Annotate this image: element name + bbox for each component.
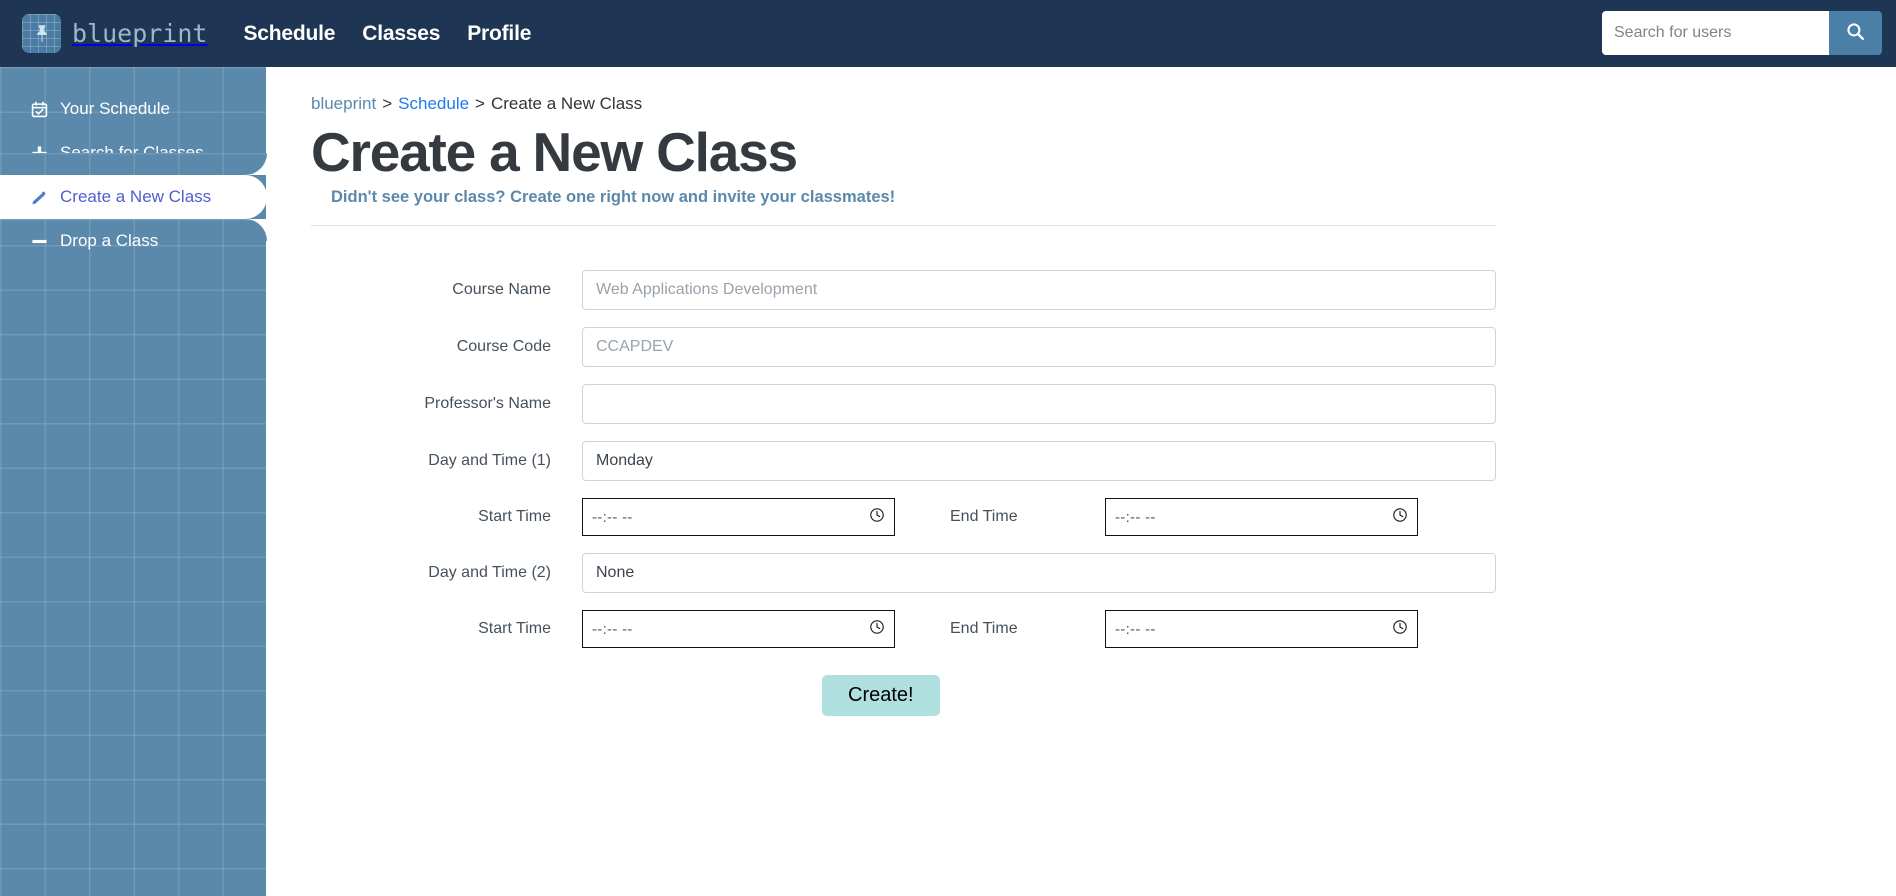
clock-icon[interactable]: [1392, 507, 1408, 527]
breadcrumb-separator: >: [475, 94, 485, 113]
day-and-time-1-label: Day and Time (1): [428, 452, 551, 470]
form-row-professor-name: Professor's Name: [311, 384, 1496, 425]
professor-name-label: Professor's Name: [424, 395, 551, 413]
start-time-2-label: Start Time: [478, 620, 551, 638]
form-row-day-and-time-1: Day and Time (1) Monday: [311, 441, 1496, 482]
main-content: blueprint > Schedule > Create a New Class Cr…: [266, 67, 1896, 896]
search-icon: [1845, 21, 1866, 45]
minus-icon: [31, 233, 53, 250]
sidebar-item-create-a-new-class[interactable]: Create a New Class: [0, 153, 267, 241]
end-time-1-input[interactable]: --:-- --: [1105, 498, 1418, 537]
nav-link-classes[interactable]: Classes: [362, 22, 440, 46]
search-input[interactable]: [1602, 11, 1829, 55]
start-time-1-input[interactable]: --:-- --: [582, 498, 895, 537]
start-time-1-label: Start Time: [478, 508, 551, 526]
start-time-2-value: --:-- --: [592, 620, 633, 638]
submit-spacer: [311, 675, 582, 716]
nav-links: Schedule Classes Profile: [243, 22, 558, 46]
sidebar-item-your-schedule[interactable]: Your Schedule: [0, 87, 266, 131]
time-row-1: Start Time --:-- -- End Time --:-- --: [311, 498, 1496, 537]
nav-link-schedule[interactable]: Schedule: [243, 22, 335, 46]
header-divider: [311, 225, 1496, 227]
user-search-form: [1602, 11, 1882, 55]
breadcrumb-home[interactable]: blueprint: [311, 94, 376, 113]
sidebar-item-drop-a-class[interactable]: Drop a Class: [0, 219, 266, 263]
nav-link-profile[interactable]: Profile: [467, 22, 531, 46]
page-title: Create a New Class: [311, 121, 798, 183]
form-row-course-code: Course Code CCAPDEV: [311, 327, 1496, 368]
end-time-2-input[interactable]: --:-- --: [1105, 610, 1418, 649]
sidebar-item-label: Drop a Class: [60, 231, 159, 250]
course-name-label: Course Name: [452, 281, 551, 299]
create-class-form: Course Name Web Applications Development…: [311, 270, 1496, 717]
calendar-check-icon: [31, 100, 53, 118]
create-class-button[interactable]: Create!: [822, 675, 940, 717]
end-time-1-label: End Time: [950, 508, 1018, 526]
course-name-input[interactable]: Web Applications Development: [582, 270, 1496, 311]
professor-name-input[interactable]: [582, 384, 1496, 425]
brand-link[interactable]: blueprint: [22, 14, 207, 53]
sidebar-item-search-for-classes[interactable]: Search for Classes: [0, 131, 266, 175]
day-and-time-2-select[interactable]: None: [582, 553, 1496, 594]
sidebar-item-label: Search for Classes: [60, 143, 204, 162]
start-time-2-input[interactable]: --:-- --: [582, 610, 895, 649]
top-navbar: blueprint Schedule Classes Profile: [0, 0, 1896, 67]
course-code-label: Course Code: [456, 338, 551, 356]
submit-row: Create!: [311, 675, 1496, 717]
sidebar-item-label: Create a New Class: [60, 187, 212, 206]
search-button[interactable]: [1829, 11, 1882, 55]
pencil-icon: [31, 189, 53, 206]
course-code-input[interactable]: CCAPDEV: [582, 327, 1496, 368]
sidebar-item-label: Your Schedule: [60, 99, 170, 118]
form-row-course-name: Course Name Web Applications Development: [311, 270, 1496, 311]
brand-name: blueprint: [72, 19, 208, 48]
clock-icon[interactable]: [1392, 619, 1408, 639]
end-time-1-value: --:-- --: [1115, 508, 1156, 526]
form-row-day-and-time-2: Day and Time (2) None: [311, 553, 1496, 594]
end-time-2-value: --:-- --: [1115, 620, 1156, 638]
clock-icon[interactable]: [869, 507, 885, 527]
end-time-2-label: End Time: [950, 620, 1018, 638]
sidebar: Your Schedule Search for Classes Create …: [0, 67, 267, 896]
clock-icon[interactable]: [869, 619, 885, 639]
breadcrumb: blueprint > Schedule > Create a New Class: [311, 94, 1726, 114]
blueprint-logo-icon: [22, 14, 61, 53]
breadcrumb-schedule[interactable]: Schedule: [398, 94, 469, 113]
sidebar-menu: Your Schedule Search for Classes Create …: [0, 67, 267, 263]
day-and-time-2-label: Day and Time (2): [428, 564, 551, 582]
day-and-time-1-select[interactable]: Monday: [582, 441, 1496, 482]
content-wrapper: blueprint > Schedule > Create a New Class Cr…: [266, 67, 1726, 717]
page-subtitle: Didn't see your class? Create one right …: [331, 188, 896, 207]
breadcrumb-separator: >: [382, 94, 393, 113]
plus-icon: [31, 145, 53, 162]
time-row-2: Start Time --:-- -- End Time --:-- --: [311, 610, 1496, 649]
breadcrumb-current: Create a New Class: [490, 94, 643, 113]
start-time-1-value: --:-- --: [592, 508, 633, 526]
